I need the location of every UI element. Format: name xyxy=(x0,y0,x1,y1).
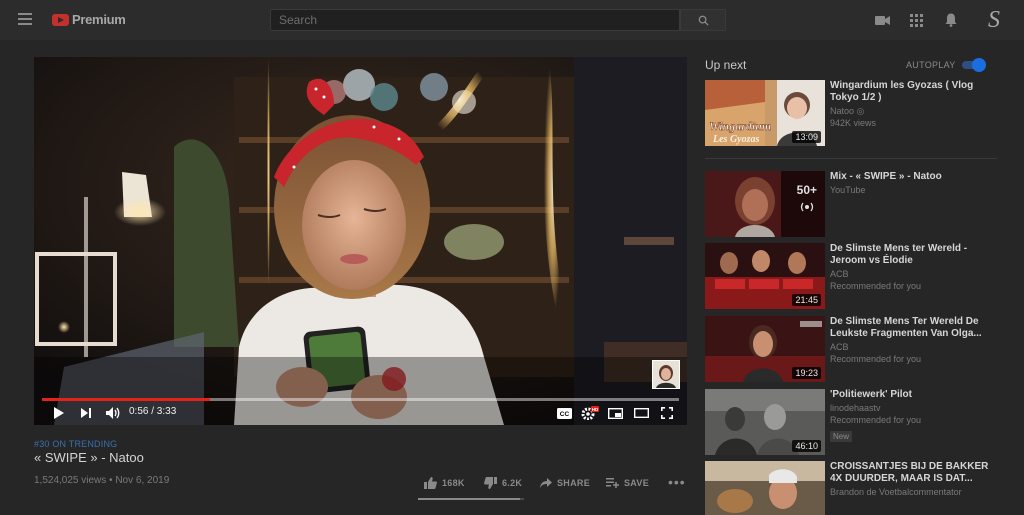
notifications-bell-icon[interactable] xyxy=(943,12,959,28)
share-button[interactable]: SHARE xyxy=(540,476,590,490)
theater-mode-button[interactable] xyxy=(632,405,650,421)
search-button[interactable] xyxy=(680,9,726,31)
up-next-video[interactable]: 19:23 De Slimste Mens Ter Wereld De Leuk… xyxy=(705,316,1005,382)
save-button[interactable]: SAVE xyxy=(606,476,649,490)
fullscreen-button[interactable] xyxy=(658,405,676,421)
video-meta: 1,524,025 views • Nov 6, 2019 xyxy=(34,475,170,486)
up-next-video[interactable]: 46:10 'Politiewerk' Pilot linodehaastv R… xyxy=(705,389,1005,455)
youtube-premium-logo[interactable]: Premium xyxy=(52,12,126,27)
up-next-divider xyxy=(705,158,997,159)
channel-name: ACB xyxy=(830,342,849,352)
captions-button[interactable]: CC xyxy=(555,405,573,421)
gear-icon: HD xyxy=(581,406,599,420)
dislike-button[interactable]: 6.2K xyxy=(484,476,522,490)
like-button[interactable]: 168K xyxy=(424,476,465,490)
miniplayer-icon xyxy=(607,407,623,419)
channel-name: Brandon de Voetbalcommentator xyxy=(830,487,962,497)
recommendation-label: Recommended for you xyxy=(830,281,922,291)
mix-indicator: 50+ xyxy=(797,183,817,214)
skip-next-icon xyxy=(80,408,91,418)
like-count: 168K xyxy=(442,478,465,488)
duration-badge: 19:23 xyxy=(792,367,821,379)
video-thumbnail: Wingardium Les Gyozas 13:09 xyxy=(705,80,825,146)
menu-icon[interactable] xyxy=(18,13,32,25)
search-input[interactable] xyxy=(270,9,680,31)
progress-played xyxy=(42,398,210,401)
svg-text:Wingardium: Wingardium xyxy=(709,119,771,133)
account-avatar[interactable]: S xyxy=(982,6,1006,34)
up-next-video[interactable]: 21:45 De Slimste Mens ter Wereld - Jeroo… xyxy=(705,243,1005,309)
hd-badge: HD xyxy=(592,407,599,412)
video-title: De Slimste Mens ter Wereld - Jeroom vs É… xyxy=(830,243,968,266)
share-label: SHARE xyxy=(557,478,591,488)
autoplay-toggle[interactable] xyxy=(960,58,986,72)
closed-captions-icon: CC xyxy=(556,407,572,419)
up-next-video[interactable]: Wingardium Les Gyozas 13:09 Wingardium l… xyxy=(705,80,1005,146)
thumbs-up-icon xyxy=(424,477,437,489)
share-icon xyxy=(540,478,552,488)
settings-button[interactable]: HD xyxy=(580,405,600,421)
youtube-logo-icon xyxy=(52,13,69,26)
video-title: « SWIPE » - Natoo xyxy=(34,450,144,465)
recommendation-label: Recommended for you xyxy=(830,415,922,425)
duration-badge: 13:09 xyxy=(792,131,821,143)
up-next-heading: Up next xyxy=(705,58,747,72)
fullscreen-icon xyxy=(661,407,673,419)
apps-grid-icon[interactable] xyxy=(908,12,924,28)
video-title: CROISSANTJES BIJ DE BAKKER 4X DUURDER, M… xyxy=(830,461,989,484)
save-label: SAVE xyxy=(624,478,650,488)
channel-name: Natoo ◎ xyxy=(830,106,865,116)
volume-icon xyxy=(105,407,119,419)
video-frame xyxy=(34,57,687,425)
add-to-playlist-icon xyxy=(606,478,619,488)
video-title: Mix - « SWIPE » - Natoo xyxy=(830,171,942,182)
channel-watermark[interactable] xyxy=(652,360,680,389)
new-badge: New xyxy=(830,431,853,442)
play-icon xyxy=(53,407,64,419)
video-thumbnail xyxy=(705,461,825,515)
mix-count: 50+ xyxy=(796,183,817,197)
live-broadcast-icon xyxy=(800,202,813,212)
video-title: Wingardium les Gyozas ( Vlog Tokyo 1/2 ) xyxy=(830,80,974,103)
up-next-mix[interactable]: 50+ Mix - « SWIPE » - Natoo YouTube xyxy=(705,171,1005,237)
sentiment-like-fill xyxy=(418,498,520,500)
miniplayer-button[interactable] xyxy=(606,405,624,421)
theater-mode-icon xyxy=(633,408,649,418)
sentiment-bar xyxy=(418,498,524,500)
view-count: 942K views xyxy=(830,118,877,128)
cc-label: CC xyxy=(559,411,569,418)
video-thumbnail: 21:45 xyxy=(705,243,825,309)
channel-name: ACB xyxy=(830,269,849,279)
logo-text: Premium xyxy=(72,12,126,27)
play-button[interactable] xyxy=(50,405,66,421)
up-next-video[interactable]: CROISSANTJES BIJ DE BAKKER 4X DUURDER, M… xyxy=(705,461,1005,515)
top-bar: Premium S xyxy=(0,0,1024,40)
video-thumbnail: 19:23 xyxy=(705,316,825,382)
channel-name: linodehaastv xyxy=(830,403,881,413)
video-title: De Slimste Mens Ter Wereld De Leukste Fr… xyxy=(830,316,982,339)
toggle-knob xyxy=(972,58,986,72)
recommendation-label: Recommended for you xyxy=(830,354,922,364)
volume-button[interactable] xyxy=(104,405,122,421)
svg-text:Les Gyozas: Les Gyozas xyxy=(712,134,759,145)
video-title: 'Politiewerk' Pilot xyxy=(830,389,912,400)
progress-bar[interactable] xyxy=(42,398,679,401)
autoplay-label: AUTOPLAY xyxy=(906,60,956,70)
search-icon xyxy=(698,15,709,26)
video-thumbnail: 50+ xyxy=(705,171,825,237)
duration-badge: 21:45 xyxy=(792,294,821,306)
create-video-icon[interactable] xyxy=(874,12,890,28)
more-actions-button[interactable]: ••• xyxy=(668,474,686,490)
duration-badge: 46:10 xyxy=(792,440,821,452)
next-button[interactable] xyxy=(78,405,94,421)
thumbs-down-icon xyxy=(484,477,497,489)
channel-name: YouTube xyxy=(830,185,866,195)
dislike-count: 6.2K xyxy=(502,478,523,488)
video-thumbnail: 46:10 xyxy=(705,389,825,455)
trending-hashtag[interactable]: #30 ON TRENDING xyxy=(34,439,117,449)
time-display: 0:56 / 3:33 xyxy=(129,406,177,417)
video-player[interactable]: 0:56 / 3:33 CC HD xyxy=(34,57,687,425)
